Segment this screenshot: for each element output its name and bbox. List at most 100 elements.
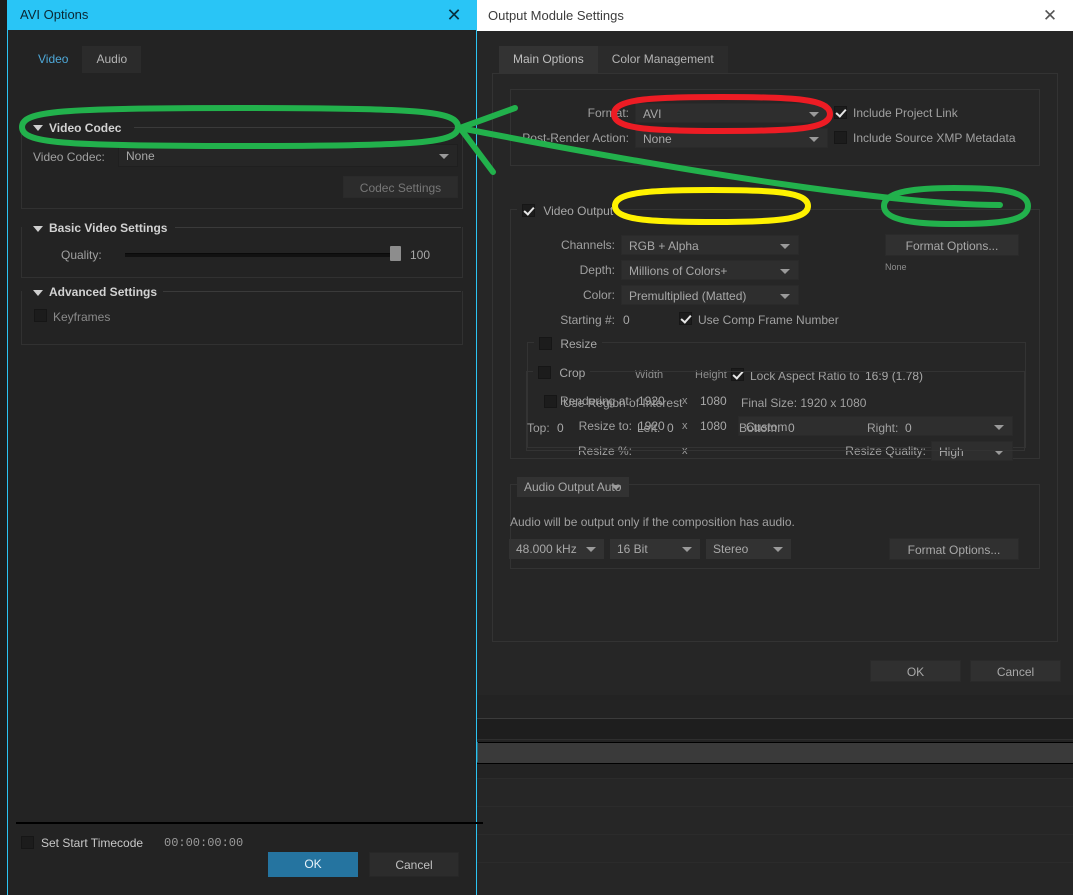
audio-channels-dropdown[interactable]: Stereo [706, 539, 791, 559]
avi-dialog-body: Video Audio Video Codec Video Codec: None… [7, 30, 483, 895]
depth-label: Depth: [579, 263, 615, 277]
post-render-action-label: Post-Render Action: [522, 131, 629, 145]
include-xmp-label: Include Source XMP Metadata [853, 131, 1016, 145]
use-comp-frame-number-checkbox[interactable] [679, 312, 692, 325]
chevron-down-icon [809, 112, 819, 117]
background-row [475, 835, 1073, 862]
crop-top-value[interactable]: 0 [557, 421, 564, 435]
crop-checkbox[interactable] [538, 366, 551, 379]
tab-color-management[interactable]: Color Management [597, 46, 728, 73]
post-render-action-dropdown[interactable]: None [635, 128, 828, 148]
background-band [475, 719, 1073, 739]
keyframes-label: Keyframes [53, 310, 111, 324]
audio-bit-depth-dropdown[interactable]: 16 Bit [610, 539, 700, 559]
audio-output-mode-value: Audio Output Auto [524, 480, 622, 494]
background-selected-row [475, 742, 1073, 764]
depth-value: Millions of Colors+ [629, 264, 728, 278]
timecode-value[interactable]: 00:00:00:00 [164, 836, 243, 850]
audio-channels-value: Stereo [713, 542, 749, 556]
post-render-action-value: None [643, 132, 672, 146]
video-format-options-button[interactable]: Format Options... [885, 234, 1019, 256]
set-start-timecode-checkbox[interactable] [21, 836, 34, 849]
include-xmp-checkbox[interactable] [834, 131, 847, 144]
crop-header: Crop [533, 364, 591, 380]
color-value: Premultiplied (Matted) [629, 289, 747, 303]
quality-value: 100 [410, 248, 431, 262]
output-module-cancel-button[interactable]: Cancel [970, 660, 1061, 682]
crop-bottom-value[interactable]: 0 [788, 421, 795, 435]
resize-checkbox[interactable] [539, 337, 552, 350]
avi-title-bar: AVI Options ✕ [7, 0, 476, 30]
audio-output-group: Audio Output Auto Audio will be output o… [509, 477, 1040, 569]
include-project-link-checkbox[interactable] [834, 106, 847, 119]
audio-sample-rate-dropdown[interactable]: 48.000 kHz [509, 539, 604, 559]
format-value: AVI [643, 107, 662, 121]
channels-dropdown[interactable]: RGB + Alpha [621, 235, 799, 255]
video-output-checkbox[interactable] [522, 204, 535, 217]
background-row [475, 779, 1073, 806]
use-region-of-interest-checkbox[interactable] [544, 395, 557, 408]
video-codec-label: Video Codec: [33, 150, 105, 164]
quality-slider-thumb[interactable] [390, 246, 401, 261]
output-module-body: Main Options Color Management Format: AVI… [475, 31, 1073, 695]
output-module-ok-button[interactable]: OK [870, 660, 961, 682]
codec-settings-button[interactable]: Codec Settings [343, 176, 458, 198]
video-output-header: Video Output [517, 202, 619, 218]
crop-left-value[interactable]: 0 [667, 421, 674, 435]
crop-group: Crop Use Region of Interest Final Size: … [526, 364, 1025, 451]
output-module-title-bar: Output Module Settings ✕ [475, 0, 1073, 31]
crop-bottom-label: Bottom: [739, 421, 781, 435]
video-output-title: Video Output [543, 204, 614, 218]
final-size-label: Final Size: 1920 x 1080 [741, 396, 867, 410]
use-region-of-interest-label: Use Region of Interest [563, 396, 683, 410]
output-module-main-panel: Format: AVI Include Project Link Post-Re… [492, 73, 1058, 642]
audio-sample-rate-value: 48.000 kHz [516, 542, 577, 556]
format-group: Format: AVI Include Project Link Post-Re… [510, 89, 1040, 166]
avi-dialog-left-edge [0, 0, 7, 895]
tab-audio[interactable]: Audio [82, 46, 142, 73]
chevron-down-icon [439, 154, 449, 159]
output-module-tabs: Main Options Color Management [499, 46, 728, 73]
avi-dialog-title: AVI Options [20, 7, 89, 22]
background-separator [475, 739, 1073, 740]
close-icon[interactable]: ✕ [440, 3, 468, 27]
chevron-down-icon [780, 294, 790, 299]
color-dropdown[interactable]: Premultiplied (Matted) [621, 285, 799, 305]
avi-cancel-button[interactable]: Cancel [369, 852, 459, 877]
quality-label: Quality: [61, 248, 102, 262]
keyframes-checkbox[interactable] [34, 309, 47, 322]
chevron-down-icon [780, 244, 790, 249]
background-row [475, 863, 1073, 895]
resize-title: Resize [560, 337, 598, 351]
close-icon[interactable]: ✕ [1033, 4, 1067, 28]
crop-right-value[interactable]: 0 [905, 421, 912, 435]
crop-left-label: Left: [637, 421, 661, 435]
chevron-down-icon [773, 547, 783, 552]
chevron-down-icon [586, 547, 596, 552]
tab-video[interactable]: Video [24, 46, 83, 73]
depth-dropdown[interactable]: Millions of Colors+ [621, 260, 799, 280]
starting-number-value[interactable]: 0 [623, 313, 630, 327]
avi-ok-button[interactable]: OK [268, 852, 358, 877]
resize-header: Resize [534, 335, 603, 351]
channels-value: RGB + Alpha [629, 239, 699, 253]
color-label: Color: [582, 288, 615, 302]
audio-note: Audio will be output only if the composi… [510, 515, 795, 529]
chevron-down-icon [611, 485, 621, 490]
chevron-down-icon [809, 137, 819, 142]
quality-slider-track[interactable] [125, 253, 395, 257]
avi-footer-rule [16, 822, 483, 824]
video-format-options-status: None [885, 262, 907, 272]
crop-title: Crop [559, 366, 586, 380]
format-dropdown[interactable]: AVI [635, 103, 828, 123]
use-comp-frame-number-label: Use Comp Frame Number [698, 313, 839, 327]
audio-format-options-button[interactable]: Format Options... [889, 538, 1019, 560]
tab-main-options[interactable]: Main Options [499, 46, 598, 73]
video-codec-dropdown[interactable]: None [118, 144, 458, 167]
output-module-settings-dialog: Output Module Settings ✕ Main Options Col… [475, 0, 1073, 695]
chevron-down-icon [682, 547, 692, 552]
audio-bit-depth-value: 16 Bit [617, 542, 648, 556]
crop-top-label: Top: [527, 421, 550, 435]
audio-output-mode-dropdown[interactable]: Audio Output Auto [517, 477, 629, 497]
chevron-down-icon [780, 269, 790, 274]
